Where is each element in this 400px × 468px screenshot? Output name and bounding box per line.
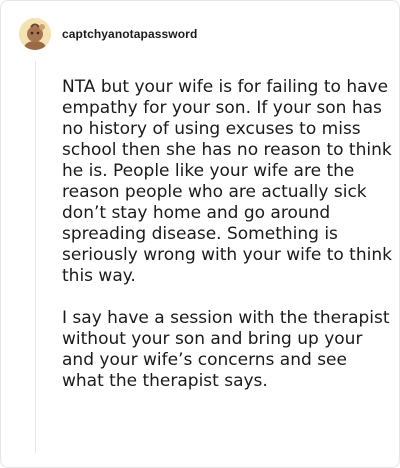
comment-paragraph: I say have a session with the therapist …: [62, 308, 390, 391]
avatar-illustration: [19, 18, 51, 50]
user-avatar-icon[interactable]: [19, 18, 51, 50]
comment-header: captchyanotapassword: [19, 18, 197, 50]
comment-body: NTA but your wife is for failing to have…: [62, 77, 392, 392]
thread-collapse-line[interactable]: [35, 61, 36, 453]
username[interactable]: captchyanotapassword: [62, 27, 197, 41]
comment-card: captchyanotapassword NTA but your wife i…: [0, 0, 400, 468]
comment-paragraph: NTA but your wife is for failing to have…: [62, 77, 392, 286]
